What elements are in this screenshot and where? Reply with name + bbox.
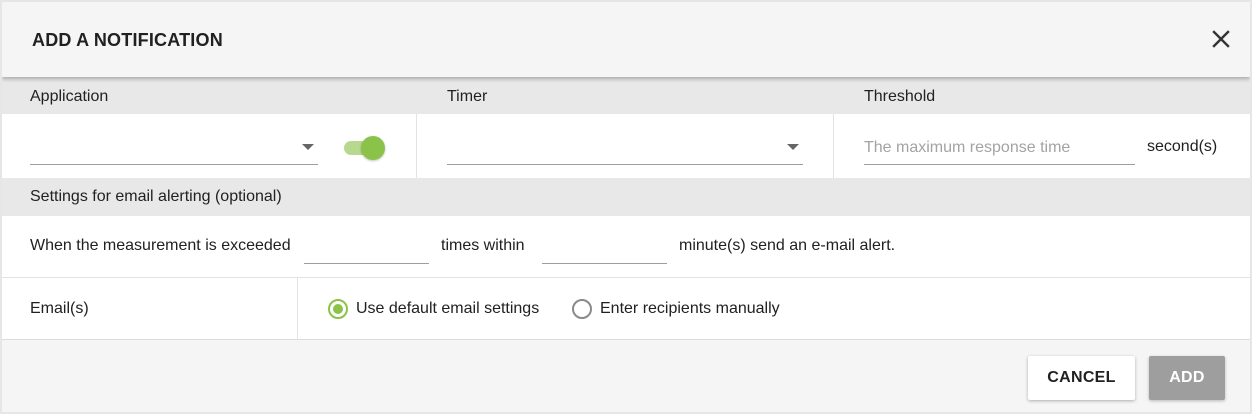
close-icon: [1212, 30, 1230, 48]
radio-manual-recipients[interactable]: Enter recipients manually: [572, 298, 787, 320]
email-alerting-section: Settings for email alerting (optional): [2, 178, 1250, 216]
measurement-text-after: minute(s) send an e-mail alert.: [679, 237, 896, 254]
add-button[interactable]: ADD: [1149, 356, 1225, 400]
timer-select[interactable]: [447, 130, 803, 165]
radio-default-label: Use default email settings: [356, 300, 540, 317]
threshold-unit: second(s): [1147, 138, 1218, 155]
application-label: Application: [30, 88, 109, 105]
column-labels-row: Application Timer Threshold: [2, 77, 1250, 114]
chevron-down-icon: [302, 144, 314, 150]
section-title: Settings for email alerting (optional): [30, 188, 282, 205]
emails-label: Email(s): [30, 300, 89, 317]
dialog-header: ADD A NOTIFICATION: [2, 2, 1250, 77]
timer-label: Timer: [447, 88, 488, 105]
dialog-title: ADD A NOTIFICATION: [32, 30, 223, 50]
measurement-row: When the measurement is exceeded times w…: [2, 216, 1250, 278]
measurement-text-before: When the measurement is exceeded: [30, 237, 291, 254]
close-button[interactable]: [1210, 28, 1232, 50]
radio-default-email[interactable]: Use default email settings: [328, 298, 548, 320]
column-divider: [297, 278, 298, 339]
application-select[interactable]: [30, 130, 318, 165]
column-divider: [416, 114, 417, 178]
application-toggle[interactable]: [342, 134, 388, 160]
column-divider: [833, 114, 834, 178]
threshold-label: Threshold: [864, 88, 936, 105]
times-input[interactable]: [304, 230, 429, 264]
toggle-thumb: [361, 136, 385, 160]
minutes-input[interactable]: [542, 230, 667, 264]
emails-row: Email(s) Use default email settings Ente…: [2, 278, 1250, 339]
radio-checked-icon: [328, 299, 348, 319]
inputs-row: second(s): [2, 114, 1250, 178]
cancel-button[interactable]: CANCEL: [1028, 356, 1135, 400]
add-notification-dialog: ADD A NOTIFICATION Application Timer Thr…: [2, 2, 1250, 412]
radio-unchecked-icon: [572, 299, 592, 319]
measurement-text-middle: times within: [441, 237, 525, 254]
chevron-down-icon: [787, 144, 799, 150]
dialog-footer: CANCEL ADD: [2, 339, 1250, 412]
threshold-input[interactable]: [864, 131, 1135, 165]
radio-manual-label: Enter recipients manually: [600, 300, 780, 317]
